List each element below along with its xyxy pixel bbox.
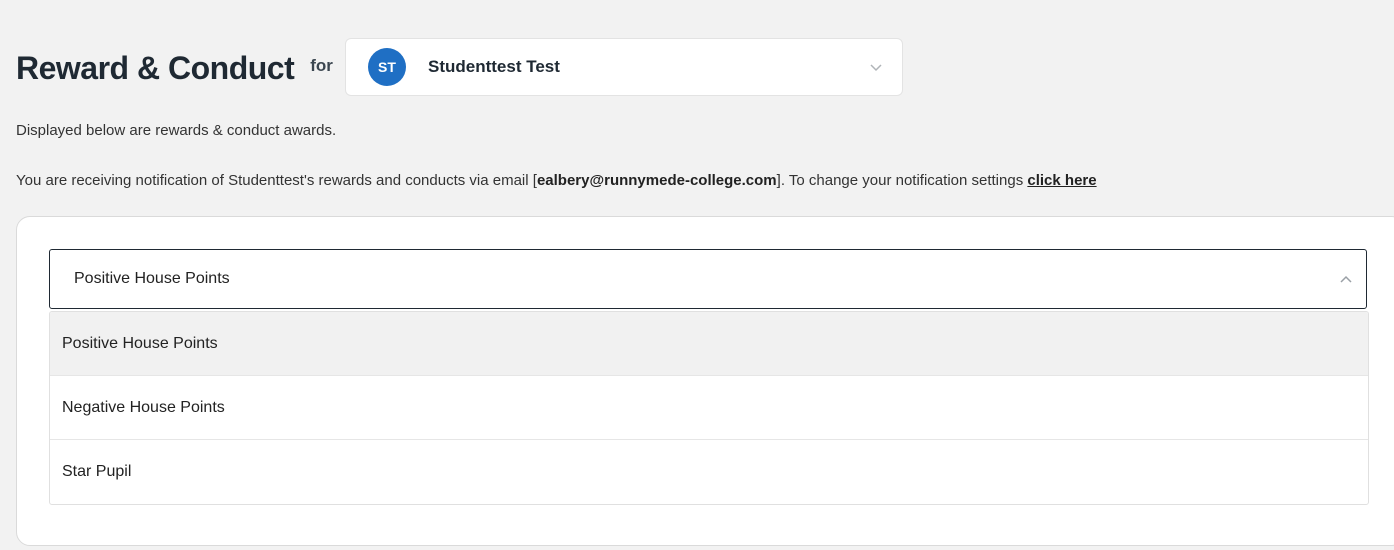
for-label: for: [310, 56, 333, 75]
page-header: Reward & Conduct for: [16, 38, 333, 98]
student-select[interactable]: ST Studenttest Test: [345, 38, 903, 96]
notification-email: ealbery@runnymede-college.com: [536, 172, 777, 189]
student-name: Studenttest Test: [428, 57, 560, 76]
option-star-pupil[interactable]: Star Pupil: [50, 440, 1368, 504]
option-negative-house-points[interactable]: Negative House Points: [50, 376, 1368, 440]
reward-card: Positive House Points Positive House Poi…: [16, 216, 1394, 546]
description-text: Displayed below are rewards & conduct aw…: [16, 122, 337, 139]
page-title: Reward & Conduct: [16, 49, 295, 86]
chevron-down-icon: [870, 64, 882, 72]
chevron-up-icon: [1340, 275, 1352, 283]
selected-reward-type: Positive House Points: [74, 270, 230, 287]
option-positive-house-points[interactable]: Positive House Points: [50, 312, 1368, 376]
avatar: ST: [368, 48, 406, 86]
reward-type-select[interactable]: Positive House Points: [49, 249, 1367, 309]
notification-prefix: You are receiving notification of Studen…: [16, 172, 537, 189]
notification-middle: ]. To change your notification settings: [776, 172, 1028, 189]
reward-type-options: Positive House Points Negative House Poi…: [49, 311, 1369, 505]
notification-settings-link[interactable]: click here: [1027, 172, 1096, 189]
notification-text: You are receiving notification of Studen…: [16, 172, 1097, 189]
